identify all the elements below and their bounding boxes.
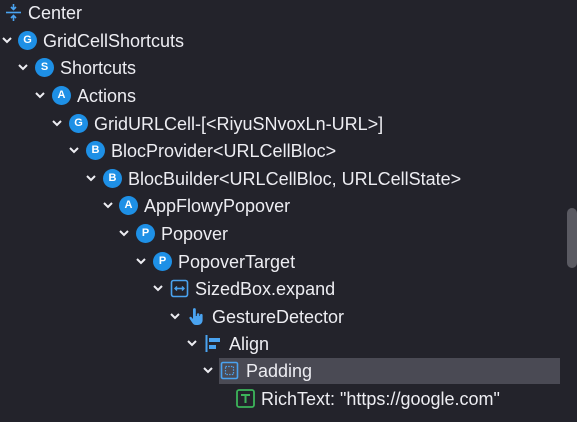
tree-node-label: GridCellShortcuts — [43, 31, 185, 51]
tree-node-sizedbox-expand[interactable]: SizedBox.expand — [0, 276, 560, 302]
chevron-down-icon[interactable] — [0, 33, 14, 47]
chevron-down-icon[interactable] — [134, 254, 148, 268]
text-t-icon — [236, 389, 255, 408]
chevron-down-icon[interactable] — [168, 309, 182, 323]
tree-node-label: PopoverTarget — [178, 252, 296, 272]
tree-node-label: Center — [28, 3, 83, 23]
padding-icon — [220, 361, 239, 380]
tree-node-blocprovider[interactable]: B BlocProvider<URLCellBloc> — [0, 138, 560, 164]
widget-badge-icon: B — [103, 169, 122, 188]
chevron-down-icon[interactable] — [185, 336, 199, 350]
tree-node-label: RichText: "https://google.com" — [261, 389, 500, 409]
widget-badge-icon: G — [18, 31, 37, 50]
tree-node-popovertarget[interactable]: P PopoverTarget — [0, 249, 560, 275]
tree-node-appflowypopover[interactable]: A AppFlowyPopover — [0, 193, 560, 219]
tree-node-align[interactable]: Align — [0, 331, 560, 357]
tree-node-shortcuts[interactable]: S Shortcuts — [0, 55, 560, 81]
widget-tree: Center G GridCellShortcuts S Shortcuts A… — [0, 0, 577, 422]
sized-box-icon — [170, 279, 189, 298]
tree-node-center[interactable]: Center — [0, 0, 560, 26]
chevron-down-icon[interactable] — [50, 116, 64, 130]
chevron-down-icon[interactable] — [201, 363, 215, 377]
tree-node-label: Actions — [77, 86, 137, 106]
chevron-down-icon[interactable] — [33, 88, 47, 102]
align-left-icon — [204, 334, 223, 353]
widget-badge-icon: P — [153, 252, 172, 271]
tree-node-gridurlcell[interactable]: G GridURLCell-[<RiyuSNvoxLn-URL>] — [0, 111, 560, 137]
tree-node-label: SizedBox.expand — [195, 279, 336, 299]
chevron-down-icon[interactable] — [16, 60, 30, 74]
widget-badge-icon: A — [52, 86, 71, 105]
tree-node-label: GestureDetector — [212, 307, 345, 327]
widget-badge-icon: P — [136, 224, 155, 243]
tree-node-label: Popover — [161, 224, 229, 244]
tree-node-label: Padding — [246, 361, 313, 381]
gesture-hand-icon — [187, 307, 206, 326]
tree-node-label: GridURLCell-[<RiyuSNvoxLn-URL>] — [94, 114, 384, 134]
center-align-icon — [4, 3, 23, 22]
tree-node-label: AppFlowyPopover — [144, 196, 291, 216]
tree-node-popover[interactable]: P Popover — [0, 221, 560, 247]
chevron-down-icon[interactable] — [101, 198, 115, 212]
tree-node-padding[interactable]: Padding — [0, 358, 560, 384]
tree-node-label: Align — [229, 334, 270, 354]
vertical-scrollbar[interactable] — [567, 208, 577, 268]
chevron-down-icon[interactable] — [84, 171, 98, 185]
widget-badge-icon: A — [119, 196, 138, 215]
tree-node-label: BlocProvider<URLCellBloc> — [111, 141, 337, 161]
tree-node-label: Shortcuts — [60, 58, 137, 78]
chevron-down-icon[interactable] — [117, 226, 131, 240]
tree-node-gesturedetector[interactable]: GestureDetector — [0, 304, 560, 330]
tree-node-blocbuilder[interactable]: B BlocBuilder<URLCellBloc, URLCellState> — [0, 166, 560, 192]
tree-node-actions[interactable]: A Actions — [0, 83, 560, 109]
widget-badge-icon: S — [35, 58, 54, 77]
tree-node-richtext[interactable]: RichText: "https://google.com" — [0, 386, 560, 412]
tree-node-gridcellshortcuts[interactable]: G GridCellShortcuts — [0, 28, 560, 54]
widget-badge-icon: B — [86, 141, 105, 160]
tree-node-label: BlocBuilder<URLCellBloc, URLCellState> — [128, 169, 462, 189]
chevron-down-icon[interactable] — [151, 281, 165, 295]
chevron-down-icon[interactable] — [67, 143, 81, 157]
widget-badge-icon: G — [69, 114, 88, 133]
